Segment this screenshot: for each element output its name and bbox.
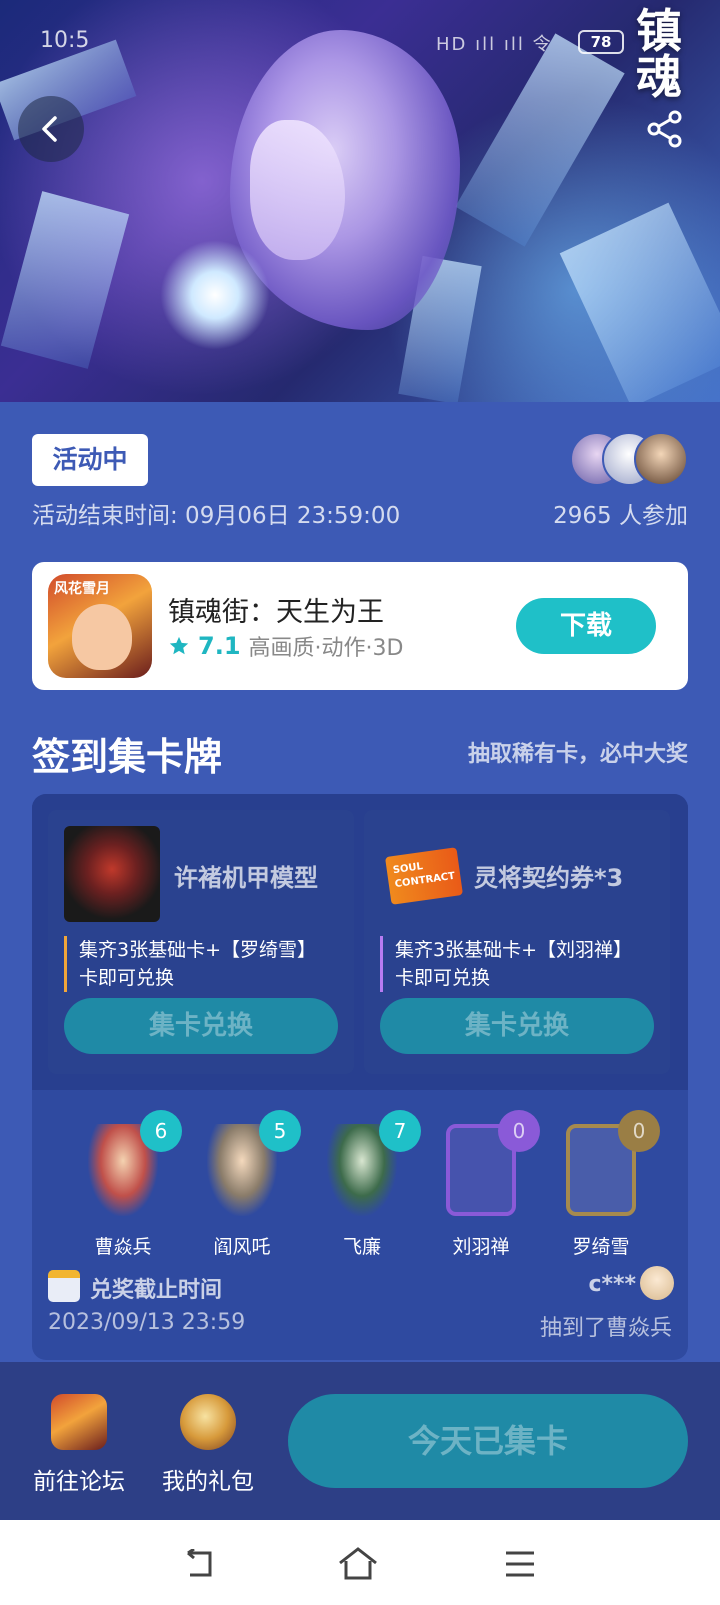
reward-name: 许褚机甲模型 <box>174 864 318 892</box>
game-meta: 7.1 高画质·动作·3D <box>168 630 403 662</box>
ice-shard <box>559 202 720 402</box>
card-item[interactable]: 0 刘羽禅 <box>426 1110 540 1260</box>
bottom-action-bar: 前往论坛 我的礼包 今天已集卡 <box>0 1362 720 1520</box>
nav-home-button[interactable] <box>336 1542 380 1586</box>
exchange-button[interactable]: 集卡兑换 <box>64 998 338 1054</box>
reward-description-line: 卡即可兑换 <box>395 967 491 989</box>
deadline-date: 2023/09/13 23:59 <box>48 1310 246 1335</box>
participant-avatars[interactable] <box>570 432 690 488</box>
reward-description: 集齐3张基础卡+【刘羽禅】 卡即可兑换 <box>380 936 658 992</box>
card-item[interactable]: 5 阎风吒 <box>187 1110 301 1260</box>
chevron-left-icon <box>42 116 57 142</box>
section-subtitle: 抽取稀有卡，必中大奖 <box>467 742 688 767</box>
card-count-badge: 7 <box>379 1110 421 1152</box>
gift-icon <box>180 1394 236 1450</box>
reward-description-line: 卡即可兑换 <box>79 967 175 989</box>
card-count-badge: 5 <box>259 1110 301 1152</box>
mecha-model-image <box>64 826 160 922</box>
ice-crystal <box>160 240 270 350</box>
card-item[interactable]: 0 罗绮雪 <box>546 1110 660 1260</box>
game-tags: 高画质·动作·3D <box>248 636 404 661</box>
status-time: 10:5 <box>40 28 90 53</box>
winner-result: 抽到了曹焱兵 <box>539 1316 672 1341</box>
card-count-badge: 6 <box>140 1110 182 1152</box>
card-item[interactable]: 7 飞廉 <box>307 1110 421 1260</box>
exchange-button[interactable]: 集卡兑换 <box>380 998 654 1054</box>
game-title: 镇魂街：天生为王 <box>168 597 384 628</box>
game-rating: 7.1 <box>198 632 241 660</box>
card-list: 6 曹焱兵 5 阎风吒 7 飞廉 0 刘羽禅 0 罗绮雪 <box>32 1110 688 1260</box>
ice-shard <box>0 191 130 369</box>
reward-description: 集齐3张基础卡+【罗绮雪】 卡即可兑换 <box>64 936 342 992</box>
card-name: 飞廉 <box>342 1236 381 1258</box>
game-icon-label: 风花雪月 <box>54 581 110 597</box>
share-button[interactable] <box>632 96 698 162</box>
card-count-badge: 0 <box>498 1110 540 1152</box>
game-icon-character <box>72 604 132 670</box>
card-item[interactable]: 6 曹焱兵 <box>68 1110 182 1260</box>
home-icon <box>339 1547 377 1580</box>
nav-menu-button[interactable] <box>498 1542 542 1586</box>
card-name: 罗绮雪 <box>572 1236 630 1258</box>
star-icon <box>169 636 189 655</box>
game-icon[interactable]: 风花雪月 <box>48 574 152 678</box>
card-name: 阎风吒 <box>213 1236 271 1258</box>
activity-end-time: 活动结束时间: 09月06日 23:59:00 <box>32 503 401 529</box>
my-gifts-label: 我的礼包 <box>162 1469 254 1495</box>
share-icon <box>647 110 682 148</box>
my-gifts-button[interactable]: 我的礼包 <box>152 1394 264 1496</box>
nav-back-button[interactable] <box>178 1542 222 1586</box>
reward-card: SOUL CONTRACT 灵将契约券*3 集齐3张基础卡+【刘羽禅】 卡即可兑… <box>364 810 670 1074</box>
contract-ticket-image: SOUL CONTRACT <box>385 847 463 905</box>
section-title: 签到集卡牌 <box>32 735 223 779</box>
battery-indicator: 78 <box>578 30 624 54</box>
forum-label: 前往论坛 <box>33 1469 125 1495</box>
forum-icon <box>51 1394 107 1450</box>
card-name: 曹焱兵 <box>94 1236 152 1258</box>
game-logo: 镇魂 <box>636 4 682 104</box>
participant-count: 2965 人参加 <box>553 503 688 529</box>
menu-icon <box>506 1551 534 1577</box>
download-button[interactable]: 下载 <box>516 598 656 654</box>
reward-name: 灵将契约券*3 <box>474 864 624 892</box>
reward-description-line: 集齐3张基础卡+【罗绮雪】 <box>79 939 317 961</box>
card-name: 刘羽禅 <box>452 1236 510 1258</box>
reward-card: 许褚机甲模型 集齐3张基础卡+【罗绮雪】 卡即可兑换 集卡兑换 <box>48 810 354 1074</box>
status-badge: 活动中 <box>32 434 148 486</box>
winner-avatar <box>640 1266 674 1300</box>
back-button[interactable] <box>18 96 84 162</box>
calendar-icon <box>48 1270 80 1302</box>
card-count-badge: 0 <box>618 1110 660 1152</box>
status-icons: HD ıll ıll 令 <box>436 34 553 55</box>
winner-username: c*** <box>588 1272 636 1297</box>
card-collect-panel: 许褚机甲模型 集齐3张基础卡+【罗绮雪】 卡即可兑换 集卡兑换 SOUL CON… <box>32 794 688 1360</box>
collected-today-button[interactable]: 今天已集卡 <box>288 1394 688 1488</box>
return-icon <box>187 1549 212 1577</box>
hero-banner: 10:5 HD ıll ıll 令 78 镇魂 <box>0 0 720 402</box>
deadline-label: 兑奖截止时间 <box>90 1278 223 1303</box>
ice-shard <box>455 33 625 247</box>
game-card[interactable]: 风花雪月 镇魂街：天生为王 7.1 高画质·动作·3D 下载 <box>32 562 688 690</box>
forum-button[interactable]: 前往论坛 <box>24 1394 134 1496</box>
reward-description-line: 集齐3张基础卡+【刘羽禅】 <box>395 939 633 961</box>
avatar <box>634 432 688 486</box>
system-navigation-bar <box>0 1520 720 1605</box>
